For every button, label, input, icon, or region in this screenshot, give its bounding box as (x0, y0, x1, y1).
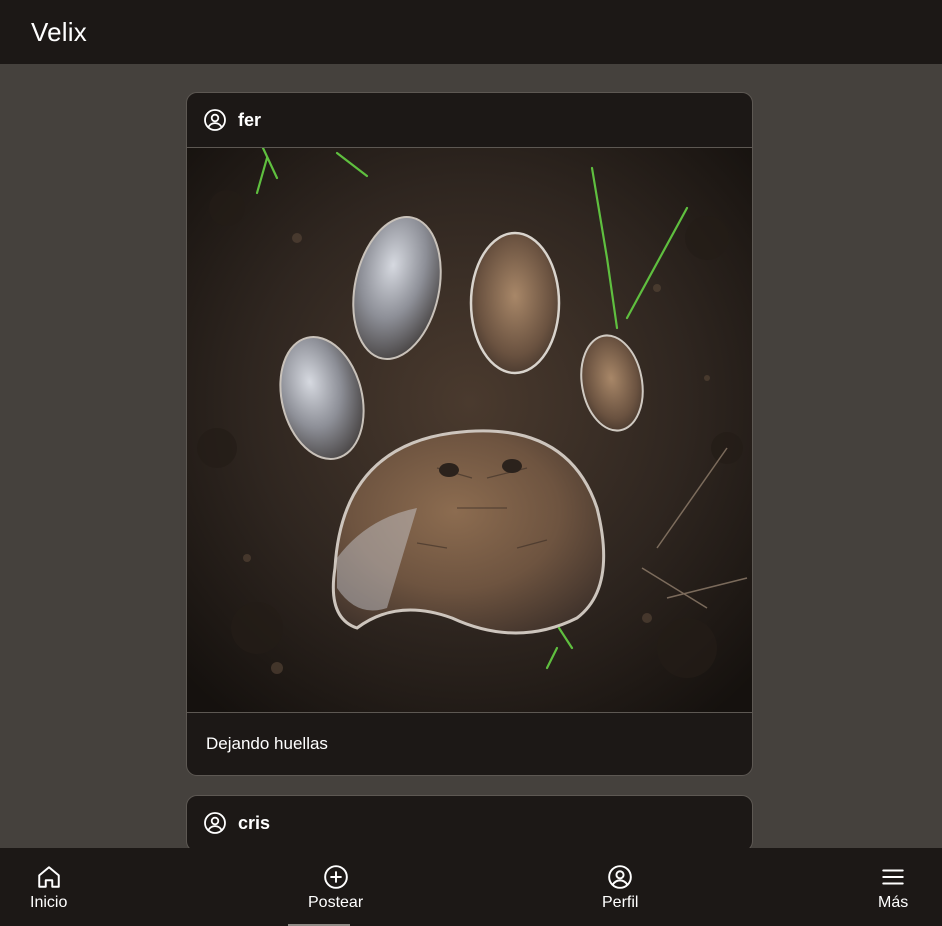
menu-icon (880, 864, 906, 890)
post-username[interactable]: fer (238, 110, 261, 131)
nav-label-perfil: Perfil (602, 894, 639, 911)
nav-item-mas[interactable]: Más (878, 848, 908, 926)
top-app-bar: Velix (0, 0, 942, 64)
app: Velix fer Dejando huellas cris Inicio Po… (0, 0, 942, 926)
nav-item-inicio[interactable]: Inicio (30, 848, 67, 926)
bottom-nav: Inicio Postear Perfil Más (0, 848, 942, 926)
app-title: Velix (31, 16, 87, 47)
post-image[interactable] (187, 148, 752, 713)
post-card: cris (186, 795, 753, 852)
post-header: cris (187, 796, 752, 851)
nav-item-perfil[interactable]: Perfil (602, 848, 638, 926)
home-icon (36, 864, 62, 890)
nav-label-postear: Postear (308, 894, 364, 911)
nav-label-mas: Más (878, 894, 909, 911)
user-circle-icon (203, 108, 227, 132)
nav-label-inicio: Inicio (30, 894, 68, 911)
user-circle-icon (607, 864, 633, 890)
post-username[interactable]: cris (238, 813, 270, 834)
user-circle-icon (203, 811, 227, 835)
feed: fer Dejando huellas cris (186, 92, 753, 871)
nav-item-postear[interactable]: Postear (308, 848, 363, 926)
post-card: fer Dejando huellas (186, 92, 753, 776)
plus-circle-icon (323, 864, 349, 890)
post-caption: Dejando huellas (206, 734, 328, 753)
post-header: fer (187, 93, 752, 148)
